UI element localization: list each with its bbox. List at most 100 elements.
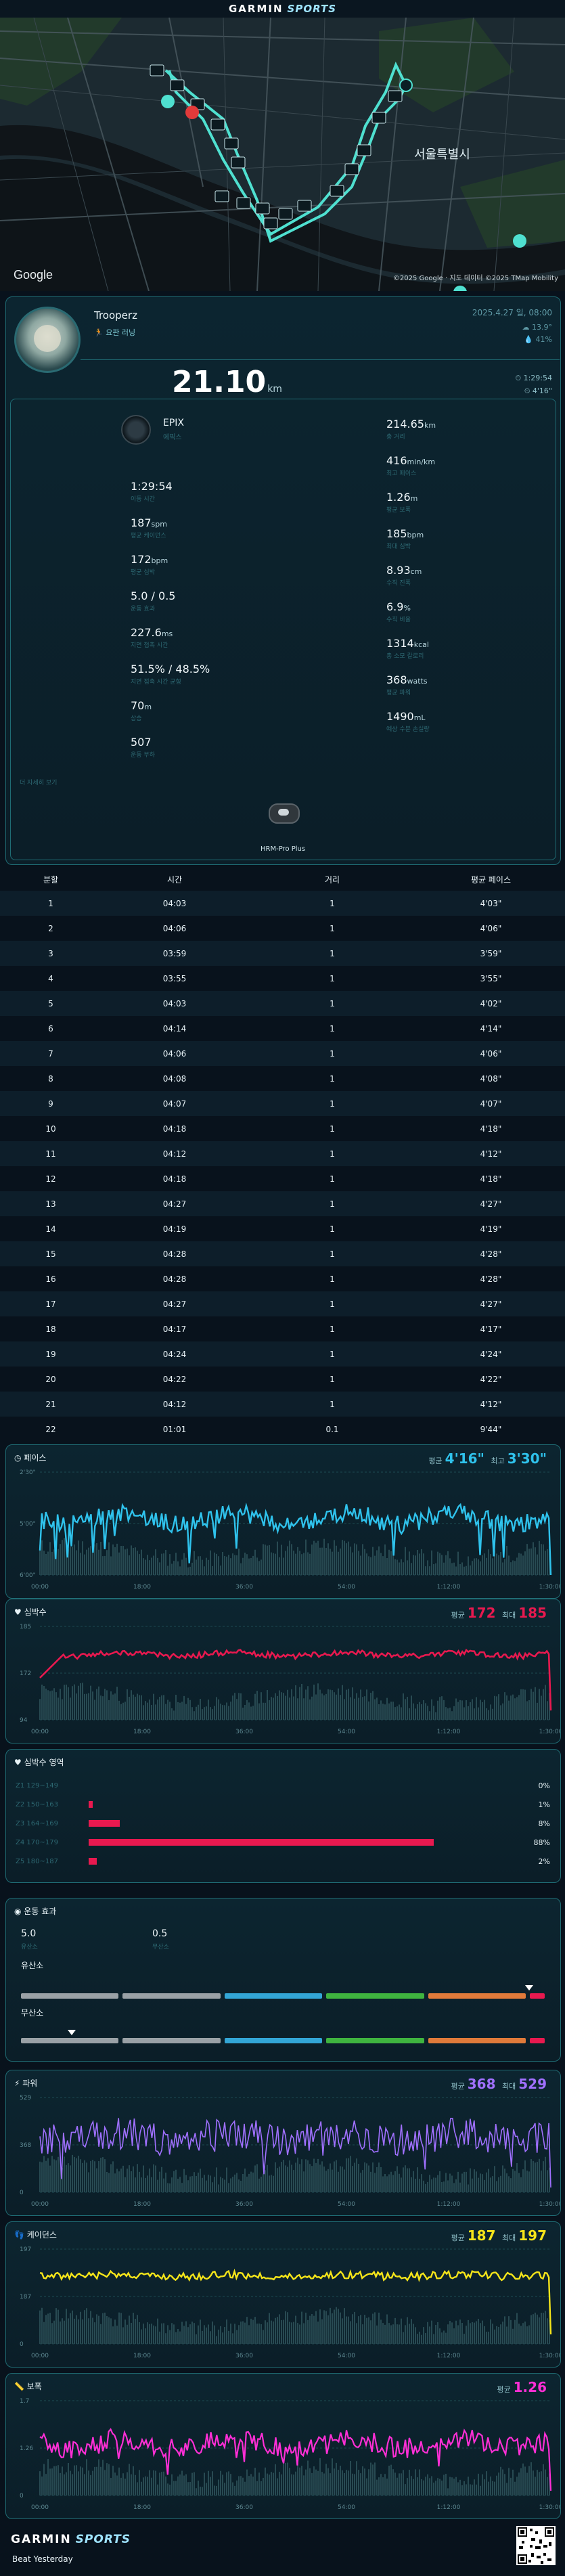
split-cell: 1 <box>330 1023 335 1034</box>
split-cell: 1 <box>48 898 53 908</box>
x-tick-label: 1:30:00 <box>539 1729 560 1735</box>
sports-logo-text: SPORTS <box>287 3 336 15</box>
stride-chart-card: 📏 보폭 평균 1.26 1.7 1.26 0 00:00 18:00 36:00 54:00… <box>5 2373 561 2519</box>
qr-code-icon[interactable] <box>516 2526 556 2565</box>
splits-table: 분할 시간 거리 평균 페이스 1 04:03 1 4'03" 2 04:06 1 4'06"… <box>0 868 565 1442</box>
stride-chart[interactable]: 1.7 1.26 0 00:00 18:00 36:00 54:00 1:12:00 1:30:… <box>6 2374 560 2518</box>
table-row: 3 03:59 1 3'59" <box>0 941 565 966</box>
stat-value: 507 <box>131 736 152 749</box>
elevation-background <box>39 1538 550 1575</box>
split-cell: 4'22" <box>480 1374 502 1384</box>
x-tick-label: 00:00 <box>31 2353 49 2359</box>
header-split: 분할 <box>43 874 59 885</box>
aerobic-label: 유산소 <box>21 1961 44 1970</box>
effect-segment <box>530 1993 545 1999</box>
route-map[interactable]: 서울특별시 Google ©2025 Google · 지도 데이터 ©2025… <box>0 18 565 291</box>
stats-panel <box>10 399 556 860</box>
stat-right-0: 214.65km 총 거리 <box>386 418 436 441</box>
stat-value: 172 <box>131 553 152 566</box>
stat-unit: watts <box>407 677 428 686</box>
pace-chart[interactable]: 2'30" 5'00" 6'00" 00:00 18:00 36:00 54:00 1:12:… <box>6 1445 560 1598</box>
y-tick-label: 197 <box>20 2246 31 2253</box>
pace-icon: ⏲ <box>524 386 533 395</box>
split-cell: 4'08" <box>480 1073 502 1084</box>
distance-value: 21.10 <box>172 365 267 399</box>
device-name: EPIX <box>163 418 185 428</box>
table-row: 14 04:19 1 4'19" <box>0 1216 565 1241</box>
split-cell: 4'06" <box>480 923 502 933</box>
temperature: 13.9° <box>532 323 552 332</box>
split-cell: 03:55 <box>162 973 187 983</box>
split-cell: 04:24 <box>162 1349 187 1359</box>
avg-pace: 4'16" <box>532 386 552 395</box>
table-row: 21 04:12 1 4'12" <box>0 1392 565 1417</box>
effect-title: ◉ 운동 효과 <box>14 1907 57 1916</box>
anaerobic-marker-icon <box>68 2030 76 2035</box>
stat-label: 평균 파워 <box>386 690 411 696</box>
header-distance: 거리 <box>324 874 340 885</box>
split-cell: 04:06 <box>162 923 187 933</box>
split-cell: 04:12 <box>162 1149 187 1159</box>
stat-left-2: 172bpm 평균 심박 <box>131 553 168 576</box>
elevation-background <box>39 2307 550 2344</box>
split-cell: 04:18 <box>162 1174 187 1184</box>
aerobic-value: 5.0 <box>21 1928 37 1939</box>
elevation-background <box>39 2154 550 2192</box>
stat-unit: km <box>424 421 436 430</box>
effect-segment <box>326 2038 424 2043</box>
table-row: 22 01:01 0.1 9'44" <box>0 1417 565 1442</box>
split-cell: 1 <box>330 1324 335 1334</box>
zone-bar <box>89 1820 120 1827</box>
stat-label: 평균 보폭 <box>386 507 411 514</box>
table-row: 16 04:28 1 4'28" <box>0 1266 565 1291</box>
split-cell: 04:03 <box>162 998 187 1008</box>
split-cell: 9 <box>48 1098 53 1109</box>
y-tick-label: 5'00" <box>20 1521 36 1528</box>
zone-label: Z5 180~187 <box>16 1857 58 1865</box>
cadence-chart[interactable]: 197 187 0 00:00 18:00 36:00 54:00 1:12:00 1:30:0… <box>6 2222 560 2367</box>
split-cell: 12 <box>45 1174 56 1184</box>
x-tick-label: 36:00 <box>235 1584 253 1591</box>
split-cell: 1 <box>330 1374 335 1384</box>
cloud-icon: ☁ <box>522 323 532 332</box>
x-tick-label: 54:00 <box>338 1729 355 1735</box>
power-chart[interactable]: 529 368 0 00:00 18:00 36:00 54:00 1:12:00 1:30:0… <box>6 2070 560 2215</box>
stat-label: 총 소모 칼로리 <box>386 653 424 660</box>
x-tick-label: 54:00 <box>338 1584 355 1591</box>
effect-segment <box>224 1993 323 1999</box>
x-tick-label: 1:30:00 <box>539 2353 560 2359</box>
effect-segment <box>224 2038 323 2043</box>
split-cell: 01:01 <box>162 1424 187 1434</box>
y-tick-label: 0 <box>20 2493 24 2500</box>
clock-icon: ⏱ <box>515 374 524 382</box>
table-row: 13 04:27 1 4'27" <box>0 1191 565 1216</box>
split-cell: 16 <box>45 1274 56 1284</box>
stat-label: 평균 심박 <box>131 569 155 576</box>
stat-unit: ms <box>161 629 173 638</box>
effect-segment <box>530 2038 545 2043</box>
stat-unit: kcal <box>413 640 429 649</box>
x-tick-label: 1:12:00 <box>437 1729 461 1735</box>
more-details-link[interactable]: 더 자세히 보기 <box>20 778 57 786</box>
stat-label: 이동 시간 <box>131 496 155 503</box>
x-tick-label: 00:00 <box>31 1584 49 1591</box>
stat-left-0: 1:29:54 이동 시간 <box>131 480 173 503</box>
zone-percent: 2% <box>538 1857 550 1866</box>
split-cell: 20 <box>45 1374 56 1384</box>
split-cell: 3 <box>48 948 53 958</box>
stat-value: 214.65 <box>386 418 424 430</box>
split-cell: 4'12" <box>480 1149 502 1159</box>
droplet-icon: 💧 <box>524 335 536 344</box>
stat-right-2: 1.26m 평균 보폭 <box>386 491 417 514</box>
anaerobic-sub: 무산소 <box>152 1944 169 1951</box>
heart-rate-chart[interactable]: 185 172 9400:00 18:00 36:00 54:00 1:12:00 1:30:… <box>6 1599 560 1743</box>
top-header: GARMIN SPORTS <box>0 0 565 18</box>
split-cell: 1 <box>330 1048 335 1059</box>
split-cell: 04:17 <box>162 1324 187 1334</box>
zone-label: Z3 164~169 <box>16 1819 58 1827</box>
y-tick-label: 185 <box>20 1624 31 1630</box>
stat-label: 총 거리 <box>386 434 405 441</box>
x-tick-label: 1:12:00 <box>437 2353 461 2359</box>
map-canvas <box>0 18 565 291</box>
y-tick-label: 0 <box>20 2341 24 2348</box>
